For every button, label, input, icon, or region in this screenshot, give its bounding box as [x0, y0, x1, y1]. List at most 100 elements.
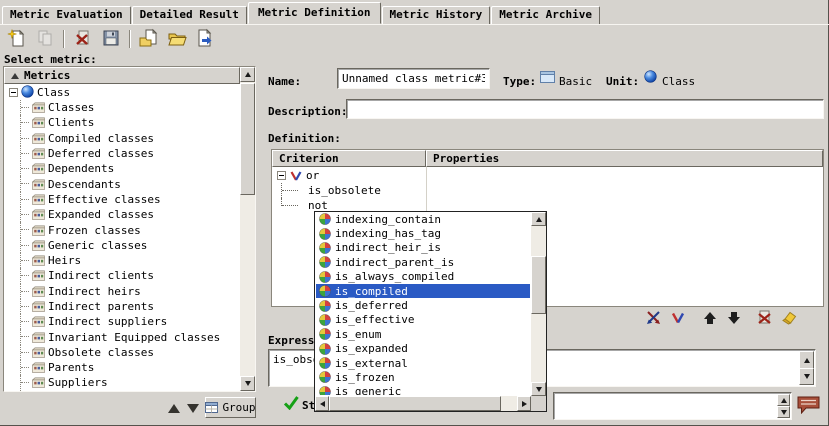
move-criterion-up-icon — [703, 311, 717, 328]
or-criterion-button[interactable] — [668, 310, 688, 328]
criterion-option[interactable]: is_external — [316, 356, 530, 370]
metric-tree-item[interactable]: Deferred classes — [4, 146, 240, 161]
scroll-down-button[interactable] — [240, 376, 255, 391]
properties-column-header[interactable]: Properties — [426, 150, 823, 167]
tree-root-class[interactable]: Class — [4, 85, 240, 100]
definition-label: Definition: — [268, 132, 341, 145]
metric-tree-item[interactable]: Descendants — [4, 176, 240, 191]
metric-tree-item[interactable]: Compiled classes — [4, 131, 240, 146]
criterion-option[interactable]: is_expanded — [316, 342, 530, 356]
criterion-row-or[interactable]: or — [272, 168, 823, 183]
or-criterion-icon — [671, 312, 685, 327]
criterion-option[interactable]: indexing_has_tag — [316, 226, 530, 240]
metric-tree-item[interactable]: Parents — [4, 360, 240, 375]
comment-area[interactable] — [553, 392, 792, 420]
metric-tree-item[interactable]: Invariant Equipped classes — [4, 329, 240, 344]
metric-tree-item-label: Frozen classes — [48, 224, 141, 237]
erase-criterion-button[interactable] — [778, 310, 798, 328]
comment-scroll-down-button[interactable] — [777, 406, 790, 418]
metric-box-icon — [32, 240, 45, 251]
dropdown-horizontal-scrollbar[interactable] — [315, 396, 531, 411]
criterion-column-header[interactable]: Criterion — [272, 150, 426, 167]
criterion-option[interactable]: indirect_parent_is — [316, 255, 530, 269]
metric-tree-item[interactable]: Suppliers — [4, 375, 240, 390]
metric-tree-item[interactable]: Frozen classes — [4, 222, 240, 237]
comment-bubble-icon[interactable] — [797, 396, 820, 414]
criterion-option[interactable]: is_compiled — [316, 284, 530, 298]
criterion-option[interactable]: is_deferred — [316, 298, 530, 312]
criterion-option[interactable]: is_generic — [316, 385, 530, 395]
metric-tree-item[interactable]: Effective classes — [4, 192, 240, 207]
select-metric-label: Select metric: — [4, 53, 97, 66]
criterion-option-label: is_always_compiled — [335, 270, 454, 283]
new-metric-button[interactable] — [4, 27, 30, 51]
criterion-option[interactable]: indirect_heir_is — [316, 241, 530, 255]
type-value: Basic — [559, 75, 592, 88]
save-metric-button[interactable] — [98, 27, 124, 51]
open-metric-file-button[interactable] — [164, 27, 190, 51]
scroll-right-button[interactable] — [517, 396, 531, 411]
scrollbar-thumb[interactable] — [240, 83, 255, 195]
move-criterion-down-button[interactable] — [724, 310, 744, 328]
tab-metric-archive[interactable]: Metric Archive — [491, 6, 600, 24]
class-unit-sphere-icon — [644, 70, 657, 83]
metric-box-icon — [32, 316, 45, 327]
metric-tree-item[interactable]: Indirect clients — [4, 268, 240, 283]
metric-tree-item[interactable]: Generic classes — [4, 238, 240, 253]
export-metrics-button[interactable] — [192, 27, 218, 51]
tab-detailed-result[interactable]: Detailed Result — [132, 6, 247, 24]
scrollbar-thumb[interactable] — [329, 396, 501, 411]
scroll-up-button[interactable] — [240, 67, 255, 82]
scroll-down-button[interactable] — [531, 382, 546, 396]
collapse-icon[interactable] — [9, 88, 18, 97]
tab-metric-history[interactable]: Metric History — [382, 6, 491, 24]
criterion-option-label: indexing_has_tag — [335, 227, 441, 240]
expression-scroll-up-button[interactable] — [799, 351, 814, 369]
criterion-option[interactable]: is_frozen — [316, 370, 530, 384]
metric-tree: Class Classes Clients — [4, 84, 240, 391]
metric-tree-item[interactable]: Clients — [4, 115, 240, 130]
expression-scroll-down-button[interactable] — [799, 368, 814, 385]
dropdown-vertical-scrollbar[interactable] — [531, 212, 546, 396]
metric-tree-item[interactable]: Indirect suppliers — [4, 314, 240, 329]
metric-tree-item-label: Indirect clients — [48, 269, 154, 282]
name-input[interactable] — [337, 68, 490, 89]
delete-metric-button[interactable] — [70, 27, 96, 51]
criterion-option[interactable]: is_always_compiled — [316, 270, 530, 284]
metric-box-icon — [32, 194, 45, 205]
metric-tree-item[interactable]: Heirs — [4, 253, 240, 268]
move-metric-up-button[interactable] — [166, 400, 182, 416]
description-input[interactable] — [346, 99, 824, 119]
criterion-option[interactable]: is_effective — [316, 313, 530, 327]
comment-scroll-up-button[interactable] — [777, 394, 790, 406]
move-criterion-up-button[interactable] — [700, 310, 720, 328]
criterion-row-is-obsolete[interactable]: is_obsolete — [272, 183, 823, 198]
criterion-option[interactable]: is_enum — [316, 327, 530, 341]
tab-metric-evaluation[interactable]: Metric Evaluation — [2, 6, 131, 24]
delete-criterion-button[interactable] — [754, 310, 774, 328]
tree-vertical-scrollbar[interactable] — [240, 67, 255, 391]
tab-metric-definition[interactable]: Metric Definition — [248, 2, 381, 24]
criterion-option-label: is_generic — [335, 385, 401, 395]
metric-tree-item[interactable]: Classes — [4, 100, 240, 115]
metric-tree-item[interactable]: Obsolete classes — [4, 345, 240, 360]
copy-metric-button[interactable] — [32, 27, 58, 51]
move-metric-down-button[interactable] — [185, 400, 201, 416]
collapse-icon[interactable] — [277, 171, 286, 180]
metric-tree-item-label: Suppliers — [48, 376, 108, 389]
unit-value: Class — [662, 75, 695, 88]
move-up-icon — [168, 404, 180, 413]
metric-tree-item[interactable]: Indirect heirs — [4, 284, 240, 299]
import-metrics-icon — [139, 28, 159, 51]
metric-tree-item[interactable]: Expanded classes — [4, 207, 240, 222]
scroll-up-button[interactable] — [531, 212, 546, 226]
scroll-left-button[interactable] — [315, 396, 329, 411]
criterion-option[interactable]: indexing_contain — [316, 212, 530, 226]
metric-tree-item[interactable]: Dependents — [4, 161, 240, 176]
group-toggle-button[interactable]: Group — [205, 397, 256, 418]
import-metrics-button[interactable] — [136, 27, 162, 51]
swap-criterion-button[interactable] — [643, 310, 663, 328]
metric-tree-item[interactable]: Indirect parents — [4, 299, 240, 314]
scrollbar-thumb[interactable] — [531, 256, 546, 314]
metric-tree-header[interactable]: Metrics — [4, 67, 240, 84]
